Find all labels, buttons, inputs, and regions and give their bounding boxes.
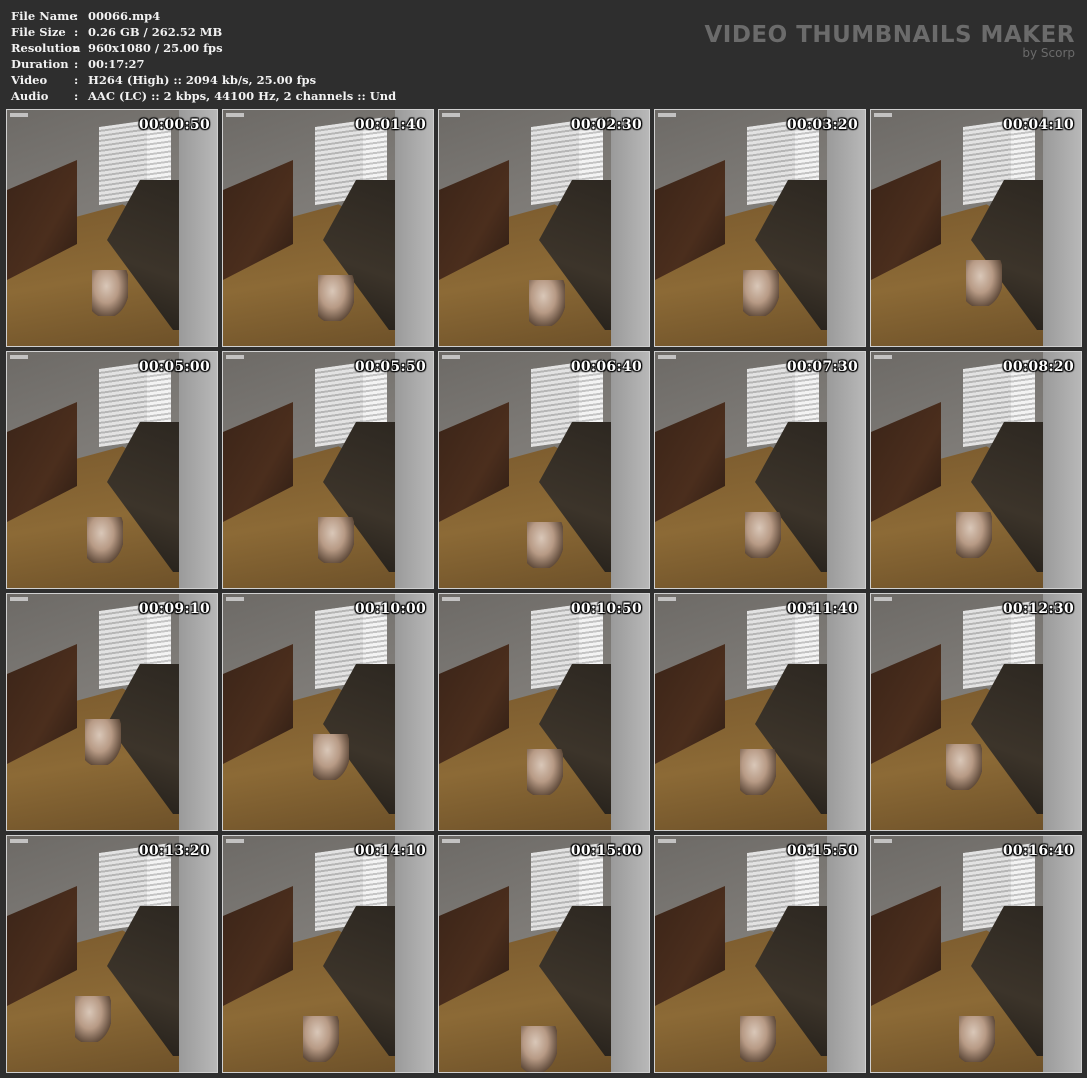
thumbnail-grid: 00:00:50 00:01:40 00:02:30 00:03:20 00:04:10… bbox=[6, 109, 1082, 1073]
thumbnail-timecode: 00:14:10 bbox=[354, 843, 426, 859]
camera-frame-image bbox=[871, 594, 1081, 830]
camera-frame-image bbox=[655, 594, 865, 830]
thumbnail-timecode: 00:09:10 bbox=[138, 601, 210, 617]
info-separator: : bbox=[74, 73, 79, 87]
info-row-file-name: File Name : 00066.mp4 bbox=[11, 8, 396, 24]
thumbnail-tile[interactable]: 00:14:10 bbox=[222, 835, 434, 1073]
camera-frame-image bbox=[655, 352, 865, 588]
info-key: Resolution bbox=[11, 41, 81, 55]
thumbnail-tile[interactable]: 00:12:30 bbox=[870, 593, 1082, 831]
info-separator: : bbox=[74, 9, 79, 23]
info-separator: : bbox=[74, 41, 79, 55]
camera-frame-image bbox=[655, 110, 865, 346]
thumbnail-tile[interactable]: 00:09:10 bbox=[6, 593, 218, 831]
info-row-video: Video : H264 (High) :: 2094 kb/s, 25.00 … bbox=[11, 72, 396, 88]
camera-frame-image bbox=[439, 110, 649, 346]
camera-frame-image bbox=[7, 594, 217, 830]
camera-frame-image bbox=[871, 352, 1081, 588]
thumbnail-timecode: 00:15:00 bbox=[570, 843, 642, 859]
info-key: Video bbox=[11, 73, 48, 87]
info-key: File Size bbox=[11, 25, 66, 39]
info-value: AAC (LC) :: 2 kbps, 44100 Hz, 2 channels… bbox=[88, 89, 397, 103]
camera-frame-image bbox=[7, 836, 217, 1072]
thumbnail-timecode: 00:10:50 bbox=[570, 601, 642, 617]
thumbnail-tile[interactable]: 00:00:50 bbox=[6, 109, 218, 347]
thumbnail-tile[interactable]: 00:13:20 bbox=[6, 835, 218, 1073]
thumbnail-tile[interactable]: 00:08:20 bbox=[870, 351, 1082, 589]
thumbnail-tile[interactable]: 00:03:20 bbox=[654, 109, 866, 347]
thumbnail-timecode: 00:01:40 bbox=[354, 117, 426, 133]
thumbnail-timecode: 00:03:20 bbox=[786, 117, 858, 133]
info-value: 0.26 GB / 262.52 MB bbox=[88, 25, 223, 39]
thumbnail-timecode: 00:15:50 bbox=[786, 843, 858, 859]
info-row-audio: Audio : AAC (LC) :: 2 kbps, 44100 Hz, 2 … bbox=[11, 88, 396, 104]
info-separator: : bbox=[74, 57, 79, 71]
camera-frame-image bbox=[439, 352, 649, 588]
brand-subtitle: by Scorp bbox=[1022, 46, 1075, 60]
info-separator: : bbox=[74, 89, 79, 103]
info-row-resolution: Resolution : 960x1080 / 25.00 fps bbox=[11, 40, 396, 56]
info-row-duration: Duration : 00:17:27 bbox=[11, 56, 396, 72]
thumbnail-timecode: 00:06:40 bbox=[570, 359, 642, 375]
info-key: Audio bbox=[11, 89, 49, 103]
info-key: File Name bbox=[11, 9, 77, 23]
thumbnail-tile[interactable]: 00:04:10 bbox=[870, 109, 1082, 347]
camera-frame-image bbox=[223, 110, 433, 346]
thumbnail-timecode: 00:00:50 bbox=[138, 117, 210, 133]
thumbnail-tile[interactable]: 00:16:40 bbox=[870, 835, 1082, 1073]
camera-frame-image bbox=[871, 110, 1081, 346]
camera-frame-image bbox=[655, 836, 865, 1072]
thumbnail-tile[interactable]: 00:02:30 bbox=[438, 109, 650, 347]
thumbnail-timecode: 00:05:50 bbox=[354, 359, 426, 375]
thumbnail-timecode: 00:16:40 bbox=[1002, 843, 1074, 859]
thumbnail-tile[interactable]: 00:05:50 bbox=[222, 351, 434, 589]
info-value: 960x1080 / 25.00 fps bbox=[88, 41, 223, 55]
camera-frame-image bbox=[223, 836, 433, 1072]
camera-frame-image bbox=[871, 836, 1081, 1072]
thumbnail-tile[interactable]: 00:07:30 bbox=[654, 351, 866, 589]
thumbnail-timecode: 00:12:30 bbox=[1002, 601, 1074, 617]
camera-frame-image bbox=[439, 836, 649, 1072]
thumbnail-timecode: 00:08:20 bbox=[1002, 359, 1074, 375]
thumbnail-tile[interactable]: 00:10:00 bbox=[222, 593, 434, 831]
camera-frame-image bbox=[223, 352, 433, 588]
brand-title: VIDEO THUMBNAILS MAKER bbox=[704, 22, 1075, 48]
thumbnail-tile[interactable]: 00:11:40 bbox=[654, 593, 866, 831]
info-value: H264 (High) :: 2094 kb/s, 25.00 fps bbox=[88, 73, 317, 87]
thumbnail-tile[interactable]: 00:01:40 bbox=[222, 109, 434, 347]
thumbnail-timecode: 00:11:40 bbox=[786, 601, 858, 617]
thumbnail-tile[interactable]: 00:15:00 bbox=[438, 835, 650, 1073]
camera-frame-image bbox=[7, 352, 217, 588]
file-info-panel: File Name : 00066.mp4 File Size : 0.26 G… bbox=[11, 8, 396, 104]
thumbnail-timecode: 00:05:00 bbox=[138, 359, 210, 375]
thumbnail-timecode: 00:07:30 bbox=[786, 359, 858, 375]
thumbnail-timecode: 00:04:10 bbox=[1002, 117, 1074, 133]
thumbnail-timecode: 00:10:00 bbox=[354, 601, 426, 617]
info-value: 00066.mp4 bbox=[88, 9, 161, 23]
info-separator: : bbox=[74, 25, 79, 39]
thumbnail-tile[interactable]: 00:15:50 bbox=[654, 835, 866, 1073]
brand-watermark: VIDEO THUMBNAILS MAKER by Scorp bbox=[704, 22, 1075, 60]
thumbnail-tile[interactable]: 00:05:00 bbox=[6, 351, 218, 589]
thumbnail-tile[interactable]: 00:06:40 bbox=[438, 351, 650, 589]
info-value: 00:17:27 bbox=[88, 57, 145, 71]
camera-frame-image bbox=[7, 110, 217, 346]
info-row-file-size: File Size : 0.26 GB / 262.52 MB bbox=[11, 24, 396, 40]
thumbnail-tile[interactable]: 00:10:50 bbox=[438, 593, 650, 831]
thumbnail-timecode: 00:02:30 bbox=[570, 117, 642, 133]
camera-frame-image bbox=[439, 594, 649, 830]
info-key: Duration bbox=[11, 57, 69, 71]
camera-frame-image bbox=[223, 594, 433, 830]
thumbnail-timecode: 00:13:20 bbox=[138, 843, 210, 859]
